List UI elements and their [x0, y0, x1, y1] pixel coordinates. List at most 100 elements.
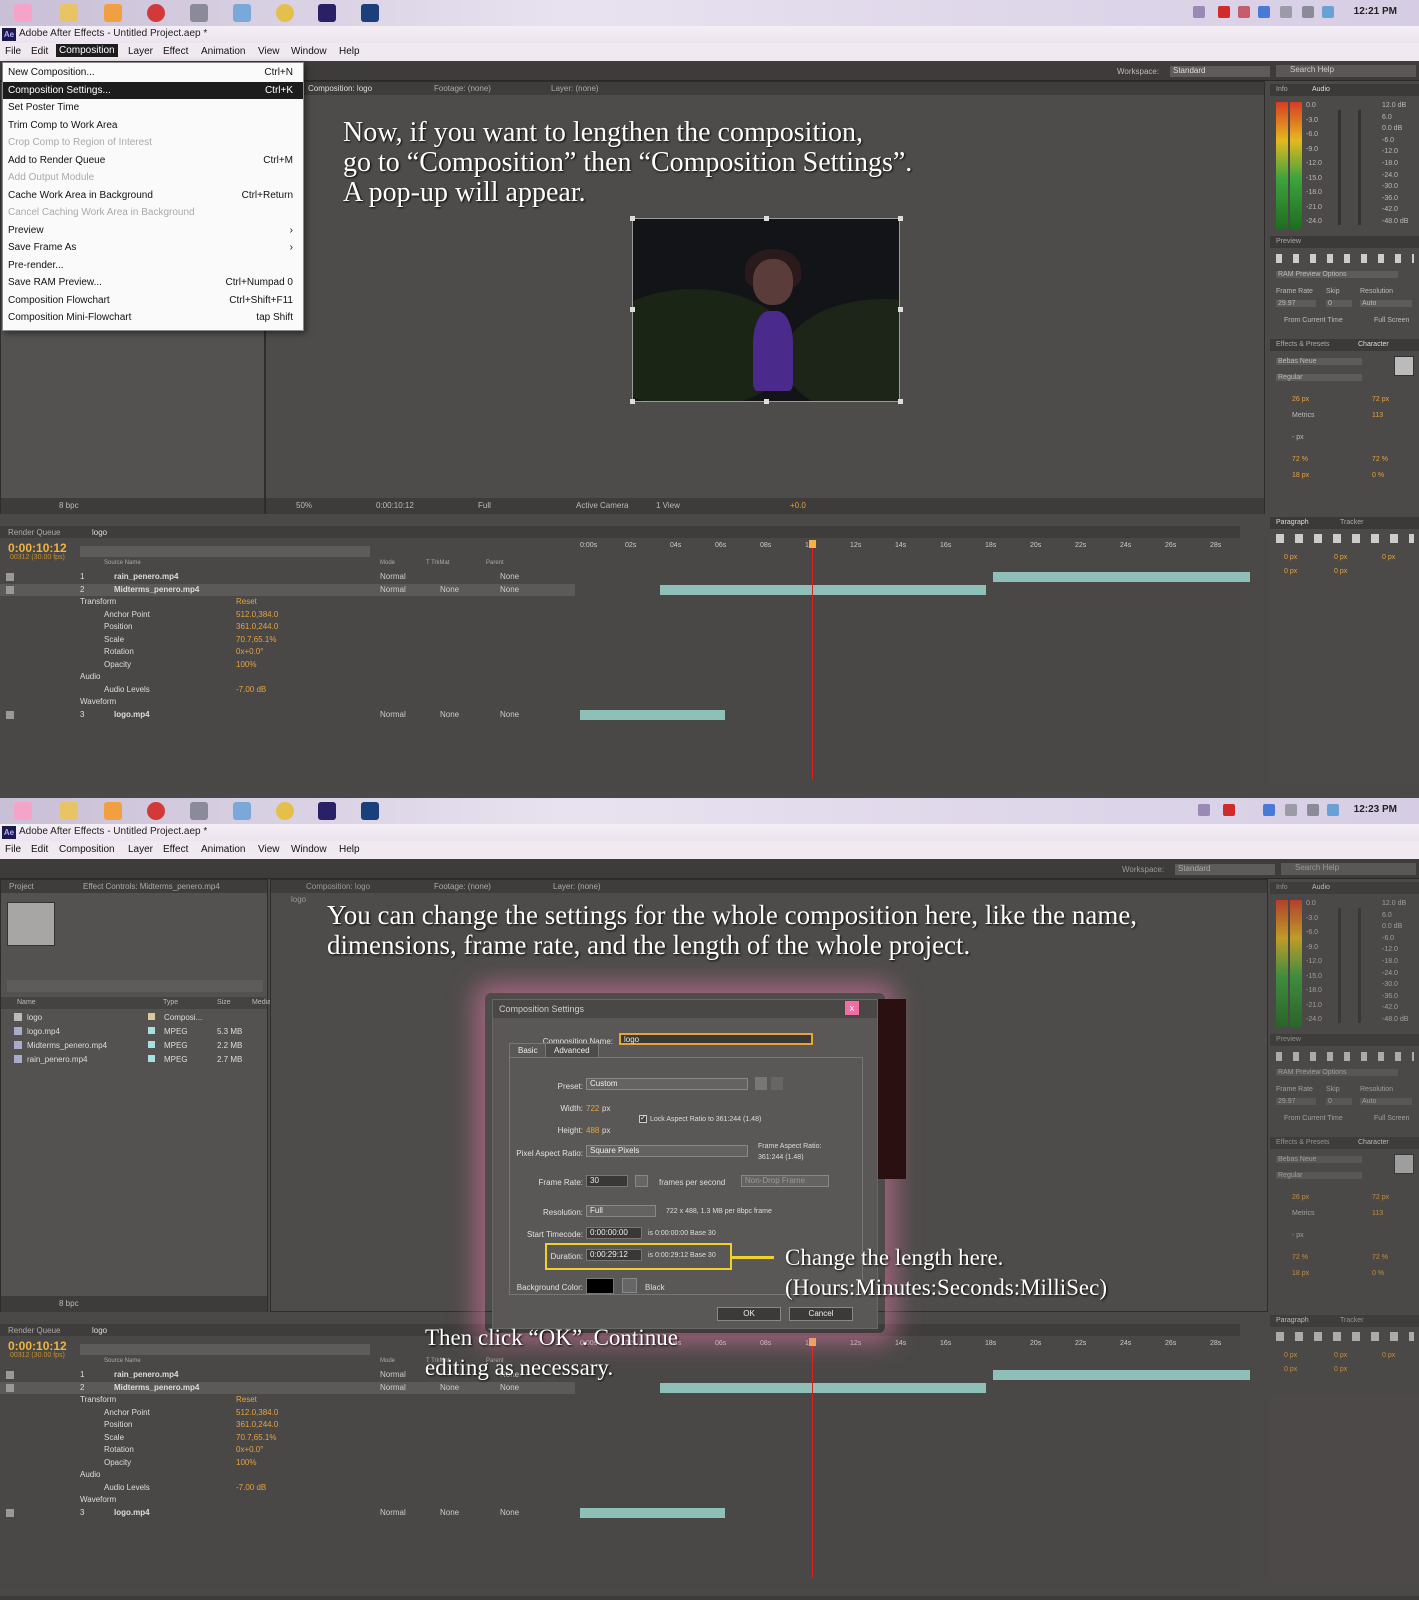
property-row[interactable]: Transform Reset [0, 596, 575, 608]
preview-controls[interactable] [1276, 254, 1414, 263]
property-row[interactable]: Scale 70.7,65.1% [0, 634, 575, 646]
tracking-value[interactable]: 113 [1372, 1210, 1383, 1217]
col-mode[interactable]: Mode [380, 560, 395, 566]
current-time-indicator[interactable] [812, 540, 814, 780]
tab-composition-logo[interactable]: Composition: logo [306, 882, 370, 891]
preview-controls[interactable] [1276, 1052, 1414, 1061]
eye-icon[interactable] [6, 573, 14, 581]
blend-mode-select[interactable]: Normal [380, 1383, 406, 1392]
property-name[interactable]: Audio Levels [104, 1483, 150, 1492]
fill-color-swatch[interactable] [1394, 1154, 1414, 1174]
volume-slider[interactable] [1358, 110, 1361, 225]
start-button-icon[interactable] [14, 4, 32, 22]
tab-character[interactable]: Character [1358, 1139, 1389, 1146]
trkmat-select[interactable]: None [440, 710, 459, 719]
property-name[interactable]: Audio Levels [104, 685, 150, 694]
horizontal-scale-value[interactable]: 72 % [1372, 456, 1388, 463]
tray-cloud-icon[interactable] [1322, 6, 1334, 18]
tracking-value[interactable]: 113 [1372, 412, 1383, 419]
from-current-time-checkbox[interactable]: From Current Time [1284, 1115, 1343, 1122]
background-color-swatch[interactable] [586, 1278, 614, 1294]
timeline-search-input[interactable] [80, 546, 370, 557]
property-name[interactable]: Rotation [104, 1445, 134, 1454]
time-ruler[interactable]: 0:00s02s04s06s08s10s12s14s16s18s20s22s24… [580, 1338, 1250, 1358]
camera-select[interactable]: Active Camera [576, 501, 628, 510]
media-player-icon[interactable] [104, 4, 122, 22]
frame-rate-select[interactable]: 29.97 [1276, 1098, 1316, 1105]
menu-item[interactable]: Preview › [3, 222, 303, 239]
tray-shield-icon[interactable] [1258, 6, 1270, 18]
menu-item[interactable]: Composition Settings... Ctrl+K [3, 81, 303, 99]
font-style-select[interactable]: Regular [1276, 374, 1362, 381]
col-size[interactable]: Size [217, 999, 231, 1006]
indent-first-value[interactable]: 0 px [1334, 554, 1347, 561]
blend-mode-select[interactable]: Normal [380, 572, 406, 581]
kerning-value[interactable]: Metrics [1292, 412, 1315, 419]
parent-select[interactable]: None [500, 585, 519, 594]
tray-cloud-icon[interactable] [1327, 804, 1339, 816]
font-family-select[interactable]: Bebas Neue [1276, 358, 1362, 365]
menu-help[interactable]: Help [339, 844, 360, 855]
col-parent[interactable]: Parent [486, 560, 504, 566]
layer-name[interactable]: logo.mp4 [114, 710, 150, 719]
trkmat-select[interactable]: None [440, 1383, 459, 1392]
property-name[interactable]: Rotation [104, 647, 134, 656]
indent-right-value[interactable]: 0 px [1382, 1352, 1395, 1359]
volume-slider[interactable] [1338, 110, 1341, 225]
menu-composition[interactable]: Composition [59, 844, 115, 855]
tools-icon[interactable] [190, 4, 208, 22]
exposure-value[interactable]: +0.0 [790, 501, 806, 510]
resolution-select[interactable]: Full [586, 1205, 656, 1217]
opera-icon[interactable] [147, 802, 165, 820]
property-row[interactable]: Waveform [0, 696, 575, 708]
layer-duration-bar[interactable] [660, 584, 987, 595]
tools-icon[interactable] [190, 802, 208, 820]
opera-icon[interactable] [147, 4, 165, 22]
property-name[interactable]: Opacity [104, 660, 131, 669]
tab-effect-controls[interactable]: Effect Controls: Midterms_penero.mp4 [83, 882, 220, 891]
tray-app-icon[interactable] [1218, 6, 1230, 18]
paint-icon[interactable] [233, 4, 251, 22]
parent-select[interactable]: None [500, 572, 519, 581]
indent-left-value[interactable]: 0 px [1284, 1352, 1297, 1359]
property-value[interactable]: 512.0,384.0 [236, 1408, 278, 1417]
menu-composition[interactable]: Composition [56, 44, 118, 57]
trkmat-select[interactable]: None [440, 1508, 459, 1517]
fill-color-swatch[interactable] [1394, 356, 1414, 376]
property-value[interactable]: Reset [236, 1395, 257, 1404]
leading-value[interactable]: 72 px [1372, 1194, 1389, 1201]
layer-duration-bar[interactable] [993, 572, 1250, 582]
zoom-select[interactable]: 50% [296, 501, 312, 510]
layer-row[interactable]: 1 rain_penero.mp4 Normal None [0, 571, 575, 583]
menu-effect[interactable]: Effect [163, 46, 188, 57]
property-row[interactable]: Audio Levels -7.00 dB [0, 684, 575, 696]
eye-icon[interactable] [6, 1508, 14, 1517]
start-button-icon[interactable] [14, 802, 32, 820]
col-type[interactable]: Type [163, 999, 178, 1006]
menu-file[interactable]: File [5, 844, 21, 855]
space-after-value[interactable]: 0 px [1334, 568, 1347, 575]
space-before-value[interactable]: 0 px [1284, 568, 1297, 575]
frame-handle[interactable] [630, 216, 635, 221]
eyedropper-icon[interactable] [622, 1278, 637, 1293]
leading-value[interactable]: 72 px [1372, 396, 1389, 403]
font-size-value[interactable]: 26 px [1292, 1194, 1309, 1201]
frame-handle[interactable] [630, 399, 635, 404]
tab-footage[interactable]: Footage: (none) [434, 882, 491, 891]
property-value[interactable]: 0x+0.0° [236, 647, 263, 656]
property-value[interactable]: -7.00 dB [236, 1483, 266, 1492]
project-item[interactable]: rain_penero.mp4 MPEG 2.7 MB [0, 1053, 265, 1067]
cancel-button[interactable]: Cancel [789, 1307, 853, 1321]
photoshop-icon[interactable] [361, 802, 379, 820]
property-value[interactable]: 100% [236, 660, 256, 669]
menu-view[interactable]: View [258, 46, 280, 57]
eye-icon[interactable] [6, 585, 14, 594]
start-timecode-input[interactable]: 0:00:00:00 [586, 1227, 642, 1239]
property-row[interactable]: Anchor Point 512.0,384.0 [0, 609, 575, 621]
layer-name[interactable]: rain_penero.mp4 [114, 1370, 178, 1379]
tab-advanced[interactable]: Advanced [545, 1043, 599, 1057]
menu-item[interactable]: Cache Work Area in Background Ctrl+Return [3, 187, 303, 204]
menu-edit[interactable]: Edit [31, 844, 48, 855]
tab-render-queue[interactable]: Render Queue [8, 528, 60, 537]
viewer-subtab[interactable]: logo [291, 895, 306, 904]
